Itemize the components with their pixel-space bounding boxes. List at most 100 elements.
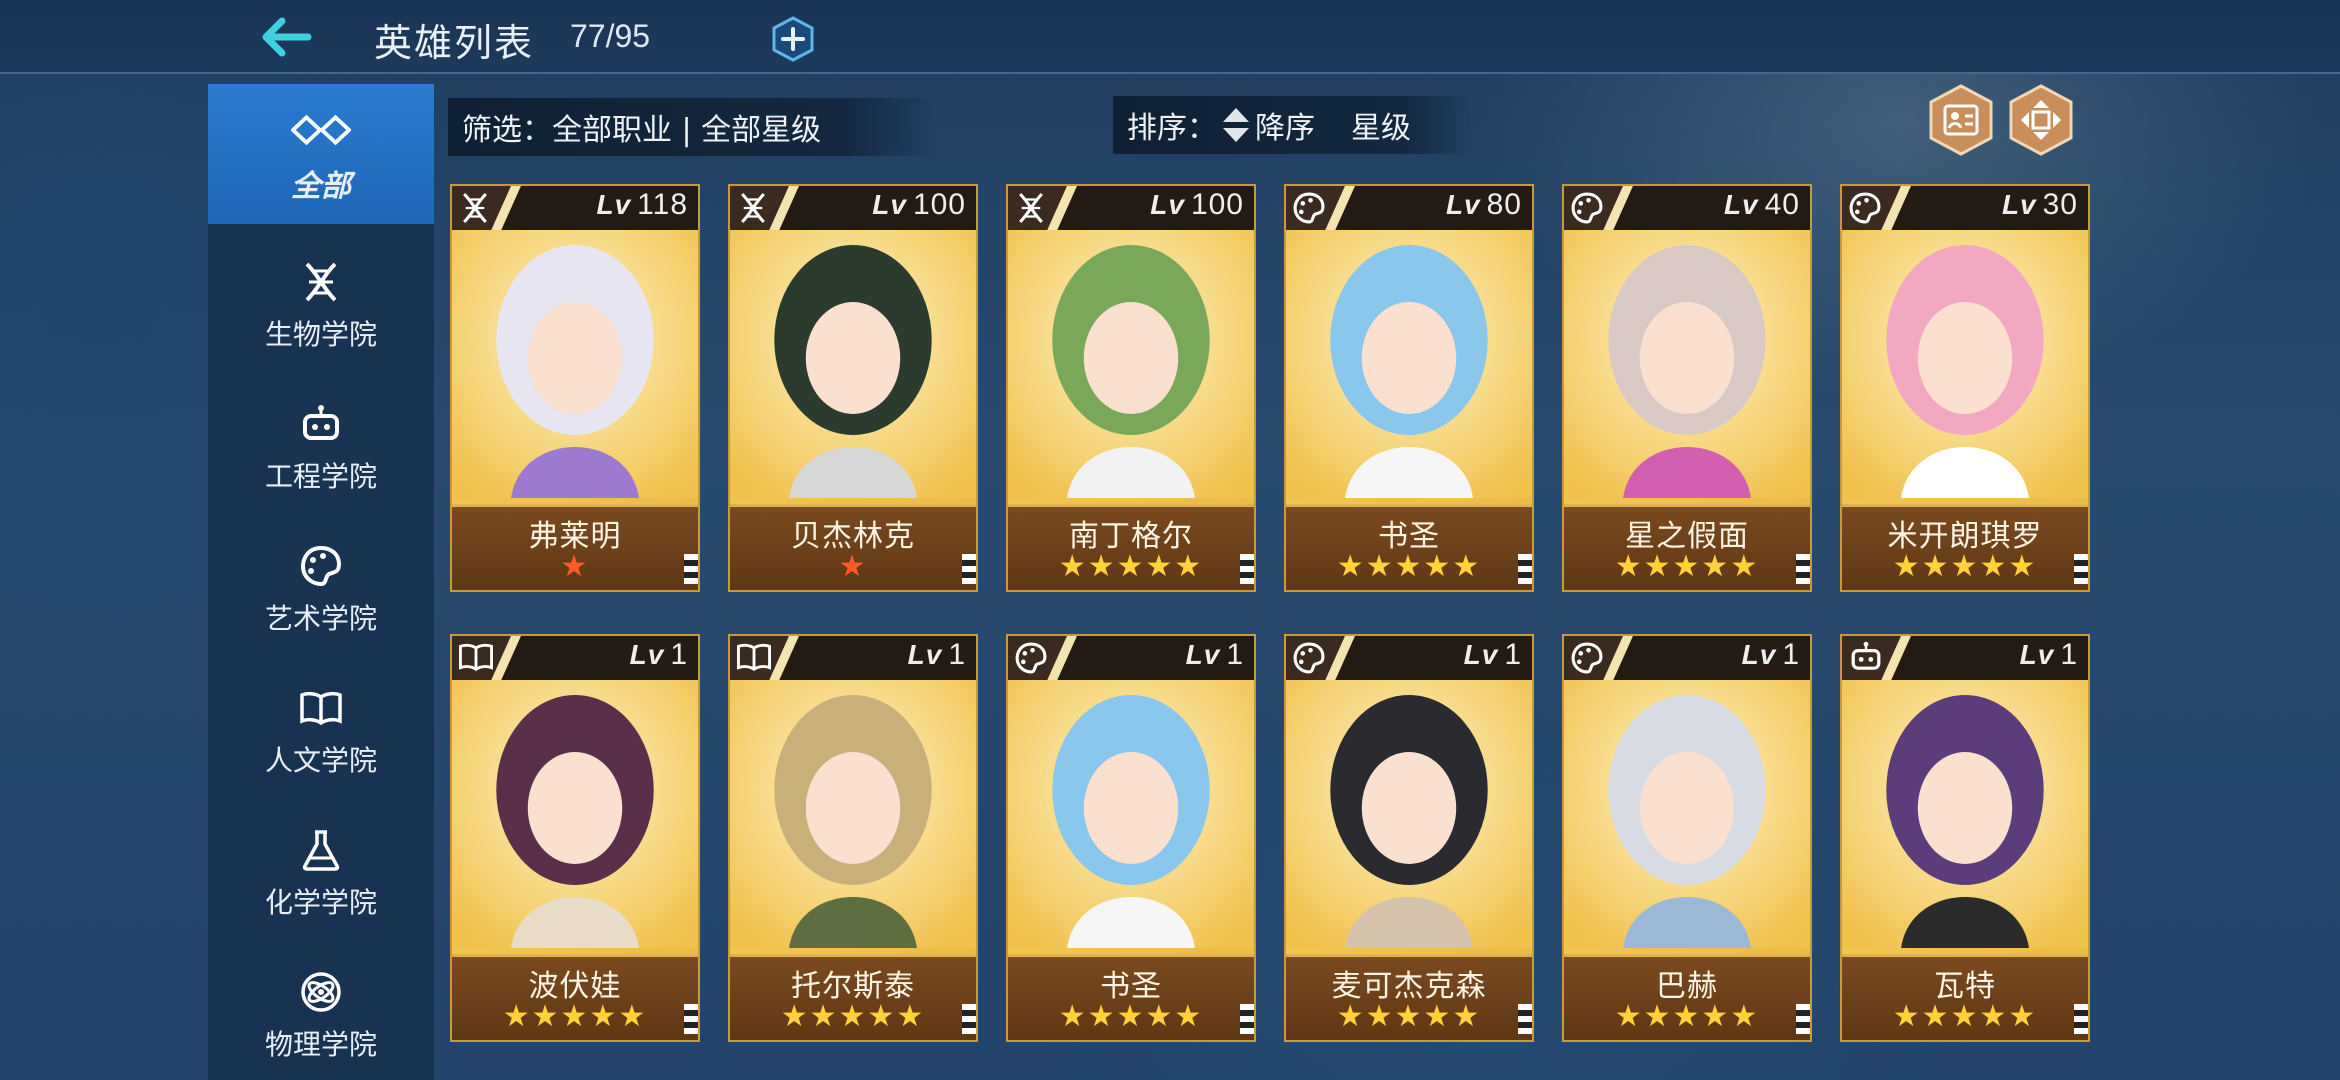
level-value: 40 (1764, 188, 1800, 221)
profile-card-button[interactable] (1925, 84, 1997, 156)
hero-card[interactable]: Lv 100 南丁格尔 ★★★★★ (1006, 184, 1256, 592)
hero-card[interactable]: Lv 1 托尔斯泰 ★★★★★ (728, 634, 978, 1042)
sidebar-item-label: 生物学院 (264, 318, 377, 351)
hero-card[interactable]: Lv 80 书圣 ★★★★★ (1284, 184, 1534, 592)
level-value: 1 (1782, 638, 1800, 671)
hero-card[interactable]: Lv 118 弗莱明 ★ (450, 184, 700, 592)
hero-portrait (1008, 230, 1254, 498)
level-prefix: Lv (2001, 189, 2037, 220)
filter-button[interactable]: 筛选：全部职业 | 全部星级 (448, 98, 938, 156)
name-bar: 托尔斯泰 ★★★★★ (730, 954, 976, 1040)
name-bar: 巴赫 ★★★★★ (1564, 954, 1810, 1040)
level-value: 1 (2060, 638, 2078, 671)
sidebar-item-physics[interactable]: 物理学院 (208, 944, 434, 1080)
sidebar-item-biology[interactable]: 生物学院 (208, 234, 434, 374)
level-prefix: Lv (1463, 639, 1499, 670)
checkered-flag-icon (962, 1004, 976, 1034)
palette-icon (1014, 641, 1048, 679)
hero-card[interactable]: Lv 40 星之假面 ★★★★★ (1562, 184, 1812, 592)
sidebar-item-humanities[interactable]: 人文学院 (208, 660, 434, 800)
infinity-icon (291, 103, 351, 157)
book-icon (736, 641, 772, 677)
top-bar: 英雄列表 77/95 (0, 0, 2340, 74)
star-rating: ★★★★★ (1058, 549, 1204, 584)
hero-count: 77/95 (570, 18, 651, 54)
sort-arrows-icon (1221, 106, 1251, 144)
name-bar: 米开朗琪罗 ★★★★★ (1842, 504, 2088, 590)
level-prefix: Lv (1150, 189, 1185, 220)
sidebar-item-label: 工程学院 (264, 460, 377, 493)
level-prefix: Lv (1445, 189, 1481, 220)
add-button[interactable] (770, 16, 816, 62)
filter-label: 筛选：全部职业 | 全部星级 (462, 113, 822, 148)
hero-portrait (730, 680, 976, 948)
star-rating: ★★★★★ (502, 999, 648, 1034)
name-bar: 南丁格尔 ★★★★★ (1008, 504, 1254, 590)
hero-portrait (1286, 230, 1532, 498)
star-rating: ★ (560, 549, 590, 584)
back-button[interactable] (256, 10, 316, 64)
name-bar: 弗莱明 ★ (452, 504, 698, 590)
star-rating: ★★★★★ (1336, 549, 1482, 584)
palette-icon (1848, 191, 1882, 229)
back-arrow-icon (262, 17, 312, 57)
book-icon (458, 641, 494, 677)
checkered-flag-icon (1796, 554, 1810, 584)
hero-portrait (1008, 680, 1254, 948)
sidebar-item-label: 人文学院 (264, 744, 377, 777)
sidebar-item-label: 艺术学院 (264, 602, 377, 635)
hero-card[interactable]: Lv 30 米开朗琪罗 ★★★★★ (1840, 184, 2090, 592)
star-rating: ★★★★★ (1336, 999, 1482, 1034)
dna-icon (458, 191, 492, 229)
expand-button[interactable] (2005, 84, 2077, 156)
hero-portrait (452, 230, 698, 498)
dna-icon (736, 191, 770, 229)
level-value: 1 (948, 638, 966, 671)
hero-card[interactable]: Lv 1 巴赫 ★★★★★ (1562, 634, 1812, 1042)
palette-icon (1570, 641, 1604, 679)
sidebar-item-engineering[interactable]: 工程学院 (208, 376, 434, 516)
sidebar-item-all[interactable]: 全部 (208, 84, 434, 224)
checkered-flag-icon (1240, 554, 1254, 584)
level-label: Lv 1 (1742, 638, 1800, 672)
name-bar: 书圣 ★★★★★ (1008, 954, 1254, 1040)
expand-icon (2009, 84, 2073, 156)
level-value: 1 (1504, 638, 1522, 671)
sidebar-item-chemistry[interactable]: 化学学院 (208, 802, 434, 942)
checkered-flag-icon (1796, 1004, 1810, 1034)
level-prefix: Lv (1723, 189, 1759, 220)
hero-card[interactable]: Lv 1 波伏娃 ★★★★★ (450, 634, 700, 1042)
hero-portrait (1286, 680, 1532, 948)
name-bar: 书圣 ★★★★★ (1286, 504, 1532, 590)
level-label: Lv 1 (1464, 638, 1522, 672)
book-icon (291, 681, 351, 735)
level-value: 1 (670, 638, 688, 671)
level-value: 118 (637, 188, 688, 221)
hero-portrait (1564, 680, 1810, 948)
sidebar-item-label: 化学学院 (264, 886, 377, 919)
name-bar: 星之假面 ★★★★★ (1564, 504, 1810, 590)
palette-icon (1292, 191, 1326, 229)
palette-icon (1570, 191, 1604, 229)
sidebar-item-art[interactable]: 艺术学院 (208, 518, 434, 658)
sidebar-item-label: 物理学院 (264, 1028, 377, 1061)
palette-icon (291, 539, 351, 593)
checkered-flag-icon (1518, 554, 1532, 584)
hero-portrait (452, 680, 698, 948)
plus-icon (772, 16, 814, 62)
sort-button[interactable]: 排序： 降序 星级 (1113, 96, 1473, 154)
hero-card[interactable]: Lv 1 瓦特 ★★★★★ (1840, 634, 2090, 1042)
palette-icon (1292, 641, 1326, 679)
hero-card[interactable]: Lv 1 麦可杰克森 ★★★★★ (1284, 634, 1534, 1042)
checkered-flag-icon (2074, 1004, 2088, 1034)
hero-card[interactable]: Lv 1 书圣 ★★★★★ (1006, 634, 1256, 1042)
level-label: Lv 1 (1186, 638, 1244, 672)
level-prefix: Lv (1741, 639, 1777, 670)
checkered-flag-icon (962, 554, 976, 584)
hero-card[interactable]: Lv 100 贝杰林克 ★ (728, 184, 978, 592)
page-title: 英雄列表 (374, 21, 535, 65)
sort-key: 星级 (1351, 111, 1411, 146)
hero-portrait (1842, 230, 2088, 498)
level-label: Lv 1 (2020, 638, 2078, 672)
level-prefix: Lv (1185, 639, 1221, 670)
